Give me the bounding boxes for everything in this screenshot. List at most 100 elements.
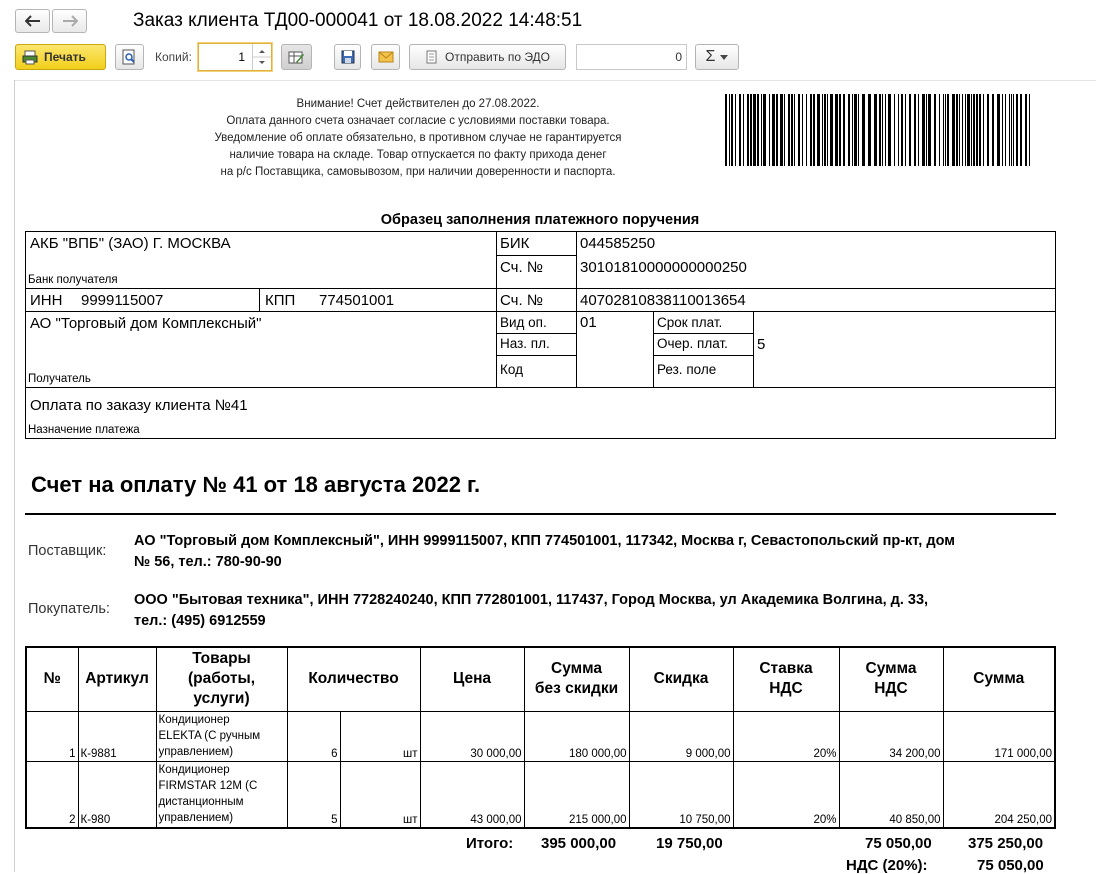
arrow-left-icon <box>24 15 40 27</box>
barcode-bar <box>729 94 730 166</box>
barcode-bar <box>725 94 727 166</box>
row-qty: 5 <box>286 760 341 828</box>
barcode-bar <box>973 94 975 166</box>
table-row: 2 К-980 Кондиционер FIRMSTAR 12M (С дист… <box>25 760 1056 828</box>
barcode-bar <box>763 94 766 166</box>
notice-line: Уведомление об оплате обязательно, в про… <box>214 132 622 144</box>
barcode-bar <box>750 94 752 166</box>
vid-op-value: 01 <box>580 314 597 331</box>
total-sum: 375 250,00 <box>968 835 1044 852</box>
payment-purpose: Оплата по заказу клиента №41 <box>30 397 248 414</box>
barcode-bar <box>874 94 877 166</box>
total-vat-sum: 75 050,00 <box>865 835 932 852</box>
table-row: 1 К-9881 Кондиционер ELEKTA (С ручным уп… <box>25 710 1056 762</box>
barcode-bar <box>914 94 916 166</box>
sum-field[interactable]: 0 <box>576 44 687 70</box>
po-line <box>496 231 497 387</box>
edit-table-icon <box>288 51 304 63</box>
header-line: Сумма <box>551 660 602 678</box>
corr-account-value: 30101810000000000250 <box>580 259 747 276</box>
barcode-bar <box>810 94 812 166</box>
po-line <box>496 333 576 334</box>
table-header-row: № Артикул Товары (работы, услуги) Количе… <box>25 646 1056 712</box>
row-sum-nodisc: 180 000,00 <box>523 710 630 762</box>
barcode-bar <box>901 94 903 166</box>
account-label: Сч. № <box>500 292 543 309</box>
kpp-value: 774501001 <box>319 292 395 309</box>
email-button[interactable] <box>371 44 400 70</box>
purpose-caption: Назначение платежа <box>28 424 140 436</box>
barcode-bar <box>788 94 790 166</box>
barcode-bar <box>835 94 838 166</box>
barcode-bar <box>898 94 899 166</box>
bik-value: 044585250 <box>580 235 656 252</box>
barcode-bar <box>798 94 800 166</box>
goods-table: № Артикул Товары (работы, услуги) Количе… <box>25 646 1056 829</box>
barcode-bar <box>976 94 978 166</box>
supplier-line: № 56, тел.: 780-90-90 <box>134 554 282 570</box>
row-vat-rate: 20% <box>732 760 840 828</box>
col-header-sum: Сумма <box>942 646 1056 712</box>
preview-button[interactable] <box>115 44 144 70</box>
window-title: Заказ клиента ТД00-000041 от 18.08.2022 … <box>133 10 583 31</box>
po-line <box>259 288 260 311</box>
back-button[interactable] <box>15 9 50 33</box>
col-header-discount: Скидка <box>628 646 734 712</box>
printer-icon <box>22 50 38 64</box>
barcode-bar <box>983 94 984 166</box>
buyer-details: ООО "Бытовая техника", ИНН 7728240240, К… <box>134 590 1054 632</box>
sum-button[interactable]: Σ <box>695 44 739 70</box>
row-no: 1 <box>25 710 79 762</box>
buyer-label: Покупатель: <box>28 601 110 617</box>
inn-value: 9999115007 <box>81 292 164 309</box>
barcode-bar <box>934 94 936 166</box>
po-line <box>753 311 754 387</box>
barcode-bar <box>947 94 949 166</box>
po-line <box>576 231 577 387</box>
kod-label: Код <box>500 362 523 377</box>
buyer-line: ООО "Бытовая техника", ИНН 7728240240, К… <box>134 592 929 608</box>
kpp-label: КПП <box>265 292 296 309</box>
send-edo-button[interactable]: Отправить по ЭДО <box>409 44 566 70</box>
row-price: 30 000,00 <box>419 710 525 762</box>
barcode-bar <box>769 94 770 166</box>
barcode-bar <box>817 94 820 166</box>
barcode-bar <box>794 94 795 166</box>
barcode-bar <box>939 94 940 166</box>
barcode-bar <box>967 94 970 166</box>
barcode-bar <box>1009 94 1010 166</box>
barcode-bar <box>743 94 744 166</box>
barcode-bar <box>918 94 919 166</box>
barcode-bar <box>888 94 891 166</box>
barcode-bar <box>885 94 886 166</box>
goods-name-line: Кондиционер <box>158 713 230 726</box>
barcode-bar <box>830 94 833 166</box>
chevron-down-icon <box>720 54 729 60</box>
barcode-bar <box>839 94 841 166</box>
save-button[interactable] <box>334 44 361 70</box>
barcode-bar <box>772 94 775 166</box>
col-header-price: Цена <box>419 646 525 712</box>
barcode-bar <box>731 94 733 166</box>
po-line <box>653 333 753 334</box>
forward-button[interactable] <box>52 9 87 33</box>
copies-stepper[interactable] <box>252 44 271 70</box>
print-button[interactable]: Печать <box>15 44 106 70</box>
recipient-caption: Получатель <box>28 373 91 385</box>
barcode-bar <box>979 94 981 166</box>
copies-field[interactable]: 1 <box>198 43 272 71</box>
row-sum: 171 000,00 <box>942 710 1056 762</box>
row-price: 43 000,00 <box>419 760 525 828</box>
barcode-bar <box>868 94 871 166</box>
header-line: (работы, <box>187 670 256 688</box>
barcode-bar <box>1011 94 1012 166</box>
print-label: Печать <box>44 50 86 64</box>
payment-order-heading: Образец заполнения платежного поручения <box>380 212 700 228</box>
edit-document-button[interactable] <box>281 44 312 70</box>
barcode-bar <box>909 94 911 166</box>
barcode-bar <box>1016 94 1018 166</box>
barcode-bar <box>813 94 815 166</box>
po-line <box>653 355 753 356</box>
header-line: услуги) <box>193 690 250 708</box>
row-vat-sum: 34 200,00 <box>838 710 944 762</box>
